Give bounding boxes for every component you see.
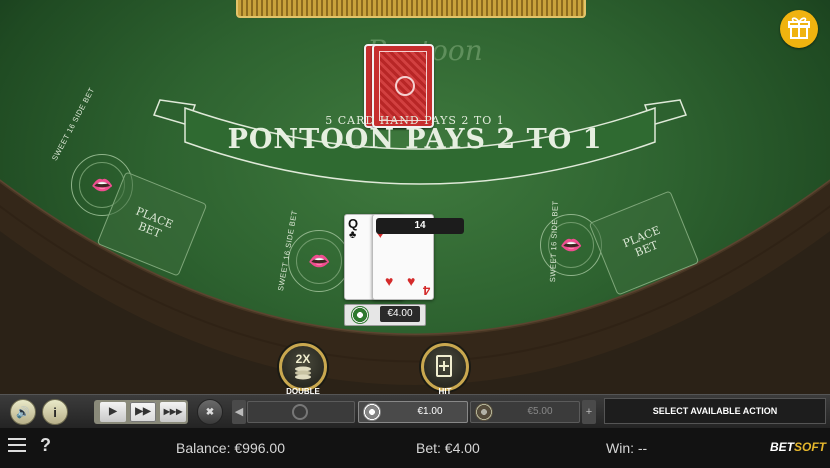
lips-icon: 👄 — [308, 251, 331, 271]
card-shoe-top — [236, 0, 586, 18]
clear-chip-icon: ✖ — [205, 406, 215, 418]
chip-icon — [363, 403, 381, 421]
chip-icon — [475, 403, 493, 421]
heart-suit-icon: ♥ — [407, 273, 416, 289]
bonus-gift-button[interactable] — [780, 10, 818, 48]
heart-suit-icon: ♥ — [385, 273, 394, 289]
pontoon-pays-text: PONTOON PAYS 2 TO 1 — [227, 124, 603, 155]
chip-prev-button[interactable]: ◀ — [232, 400, 246, 424]
lips-icon: 👄 — [91, 175, 114, 195]
chips-stack-icon — [295, 366, 311, 380]
club-suit-icon: ♣ — [349, 229, 357, 241]
bet-display: Bet: €4.00 — [416, 440, 480, 456]
game-stage: Pontoon 5 CARD HAND PAYS 2 TO 1 PONTOON … — [0, 0, 830, 468]
chevron-left-icon: ◀ — [234, 406, 244, 418]
brand-soft: SOFT — [794, 440, 826, 454]
menu-icon[interactable] — [8, 438, 26, 452]
turbo-icon: ▶▶▶ — [163, 407, 183, 416]
gift-icon — [788, 17, 810, 39]
help-icon[interactable]: ? — [40, 435, 51, 456]
clear-bet-button[interactable]: ✖ — [197, 399, 223, 425]
info-button[interactable]: i — [42, 399, 68, 425]
select-action-prompt: SELECT AVAILABLE ACTION — [604, 398, 826, 424]
empty-chip-icon — [292, 404, 308, 420]
balance-display: Balance: €996.00 — [176, 440, 285, 456]
chip-next-button[interactable]: + — [582, 400, 596, 424]
chip-value-5: €5.00 — [527, 406, 553, 417]
hand-total: 14 — [376, 218, 464, 234]
card-rank-bottom: 4 — [422, 283, 430, 298]
chip-slot-empty[interactable] — [247, 401, 355, 423]
win-display: Win: -- — [606, 440, 648, 456]
speed-fast-button[interactable]: ▶▶ — [130, 402, 156, 422]
chip-value-1: €1.00 — [417, 406, 443, 417]
play-icon: ▶ — [109, 406, 117, 417]
brand-bet: BET — [770, 440, 794, 454]
double-button[interactable]: 2X — [279, 343, 327, 391]
fast-forward-icon: ▶▶ — [135, 406, 151, 417]
lips-icon: 👄 — [560, 235, 583, 255]
sound-button[interactable]: 🔊 — [10, 399, 36, 425]
chip-icon — [351, 306, 369, 324]
brand-logo: BETSOFT — [770, 440, 826, 454]
side-bet-spot-center[interactable]: 👄 — [288, 230, 350, 292]
bet-amount: €4.00 — [380, 306, 420, 322]
hit-card-plus-icon — [436, 355, 452, 377]
place-bet-label-left: PLACE BET — [133, 204, 175, 241]
speed-normal-button[interactable]: ▶ — [100, 402, 126, 422]
plus-icon: + — [585, 406, 593, 418]
hit-button[interactable] — [421, 343, 469, 391]
status-bar — [0, 428, 830, 468]
speed-turbo-button[interactable]: ▶▶▶ — [160, 402, 186, 422]
double-2x-label: 2X — [295, 352, 311, 366]
speaker-icon: 🔊 — [16, 406, 30, 419]
info-icon: i — [53, 404, 57, 420]
place-bet-label-right: PLACE BET — [620, 223, 663, 260]
side-bet-ring: 👄 — [296, 238, 342, 284]
